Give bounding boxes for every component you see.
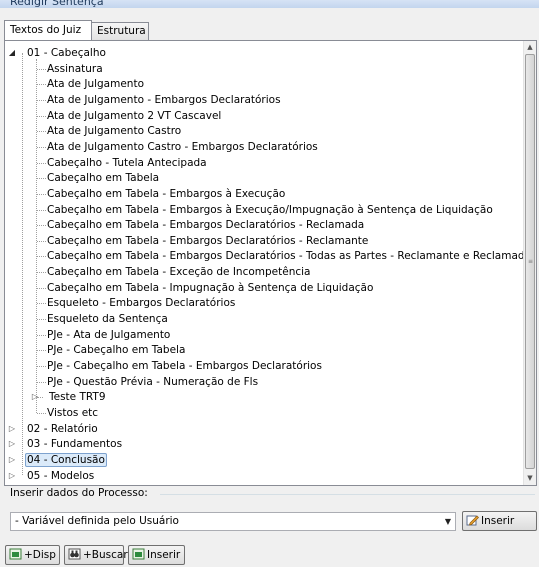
tree-item[interactable]: Ata de Julgamento [45, 76, 146, 92]
collapse-arrow-icon[interactable]: ◢ [7, 45, 17, 61]
add-document-icon [9, 548, 22, 560]
tree-item[interactable]: Cabeçalho em Tabela - Impugnação à Sente… [45, 280, 375, 296]
process-data-label: Inserir dados do Processo: [10, 487, 148, 499]
variable-select-value: - Variável definida pelo Usuário [15, 515, 179, 527]
tree-item-label: Cabeçalho em Tabela - Embargos à Execuçã… [47, 187, 286, 200]
tree-item[interactable]: PJe - Cabeçalho em Tabela [45, 342, 187, 358]
tree-panel: ◢ 01 - Cabeçalho Assinatura Ata de Julgamen… [4, 40, 537, 486]
insert-process-data-button[interactable]: Inserir [462, 511, 537, 531]
tree-item-label: PJe - Ata de Julgamento [47, 328, 171, 341]
tree-item-label: Cabeçalho em Tabela - Embargos à Execuçã… [47, 203, 493, 216]
tree-item-label: PJe - Cabeçalho em Tabela [47, 344, 186, 357]
tree-item-label: Ata de Julgamento Castro - Embargos Decl… [47, 140, 318, 153]
insert-button[interactable]: Inserir [128, 545, 185, 565]
binoculars-icon [68, 548, 81, 560]
tree-item-label: PJe - Questão Prévia - Numeração de Fls [47, 375, 259, 388]
tree-item[interactable]: Ata de Julgamento Castro - Embargos Decl… [45, 139, 320, 155]
tree-item[interactable]: Teste TRT9 [47, 389, 108, 405]
tree-item[interactable]: Cabeçalho em Tabela - Exceção de Incompe… [45, 264, 313, 280]
tree-item[interactable]: PJe - Ata de Julgamento [45, 327, 172, 343]
tree-item[interactable]: Ata de Julgamento Castro [45, 123, 183, 139]
tree-item-label: 04 - Conclusão [25, 452, 107, 467]
tab-textos-do-juiz[interactable]: Textos do Juiz [4, 20, 92, 40]
add-disp-button[interactable]: +Disp [5, 545, 60, 565]
tree-folder-node[interactable]: 05 - Modelos [25, 468, 96, 484]
variable-select[interactable]: - Variável definida pelo Usuário ▼ [10, 512, 456, 531]
tree-folder-node[interactable]: 04 - Conclusão [25, 452, 107, 468]
insert-process-data-label: Inserir [481, 515, 515, 527]
expand-arrow-icon[interactable]: ▷ [7, 421, 17, 437]
tree-item[interactable]: Cabeçalho - Tutela Antecipada [45, 155, 209, 171]
tree-item[interactable]: Esqueleto da Sentença [45, 311, 170, 327]
tree-item[interactable]: Cabeçalho em Tabela [45, 170, 161, 186]
tree-item-label: Ata de Julgamento [47, 78, 145, 91]
grip-icon: ≡ [528, 258, 534, 265]
template-tree[interactable]: ◢ 01 - Cabeçalho Assinatura Ata de Julgamen… [5, 41, 523, 485]
tree-item[interactable]: Cabeçalho em Tabela - Embargos Declarató… [45, 248, 523, 264]
tree-root-line [22, 52, 23, 476]
add-search-label: +Buscar [83, 549, 128, 561]
tree-root-node[interactable]: 01 - Cabeçalho [25, 45, 108, 61]
fieldset-divider [160, 494, 535, 495]
tree-folder-node[interactable]: 03 - Fundamentos [25, 436, 124, 452]
insert-label: Inserir [147, 549, 181, 561]
expand-arrow-icon[interactable]: ▷ [7, 452, 17, 468]
tree-item-label: Teste TRT9 [49, 391, 106, 404]
tree-guide-line [36, 59, 37, 413]
tree-item-label: PJe - Cabeçalho em Tabela - Embargos Dec… [47, 360, 322, 372]
scroll-up-icon[interactable]: ▲ [524, 41, 536, 54]
tree-item[interactable]: Cabeçalho em Tabela - Embargos à Execuçã… [45, 186, 287, 202]
tree-item-label: Assinatura [47, 62, 103, 75]
window-title: Redigir Sentença [10, 0, 104, 8]
tree-item-label: 02 - Relatório [27, 422, 98, 435]
tree-item[interactable]: Cabeçalho em Tabela - Embargos à Execuçã… [45, 202, 495, 218]
window-title-bar: Redigir Sentença [0, 0, 539, 8]
add-search-button[interactable]: +Buscar [64, 545, 128, 565]
tree-item[interactable]: Vistos etc [45, 405, 100, 421]
tree-item-label: Cabeçalho em Tabela [47, 172, 160, 185]
tree-item-label: Esqueleto - Embargos Declaratórios [47, 297, 236, 310]
tree-item[interactable]: Cabeçalho em Tabela - Embargos Declarató… [45, 233, 370, 249]
tree-item-label: Cabeçalho em Tabela - Embargos Declarató… [47, 219, 365, 232]
tree-item[interactable]: Ata de Julgamento 2 VT Cascavel [45, 108, 223, 124]
tree-item-label: 03 - Fundamentos [27, 438, 123, 451]
tree-item-label: Ata de Julgamento - Embargos Declaratóri… [47, 93, 281, 106]
expand-arrow-icon[interactable]: ▷ [30, 389, 40, 405]
tree-item-label: Cabeçalho em Tabela - Embargos Declarató… [47, 250, 523, 263]
insert-document-icon [132, 548, 145, 560]
vertical-scrollbar[interactable]: ▲ ≡ ▼ [523, 41, 536, 485]
tree-item[interactable]: Ata de Julgamento - Embargos Declaratóri… [45, 92, 283, 108]
edit-icon [466, 514, 479, 526]
tab-estrutura[interactable]: Estrutura [91, 22, 149, 40]
tree-item-label: Cabeçalho em Tabela - Embargos Declarató… [47, 234, 369, 247]
expand-arrow-icon[interactable]: ▷ [7, 436, 17, 452]
tree-item-label: Cabeçalho - Tutela Antecipada [47, 156, 207, 169]
scroll-down-icon[interactable]: ▼ [524, 472, 536, 485]
dropdown-arrow-icon[interactable]: ▼ [445, 513, 451, 530]
tree-item-label: Cabeçalho em Tabela - Impugnação à Sente… [47, 281, 374, 294]
tree-item-label: Esqueleto da Sentença [47, 313, 168, 326]
add-disp-label: +Disp [24, 549, 56, 561]
tree-item-label: Cabeçalho em Tabela - Exceção de Incompe… [47, 266, 311, 279]
tree-item-label: Ata de Julgamento 2 VT Cascavel [47, 109, 222, 122]
tree-item[interactable]: PJe - Cabeçalho em Tabela - Embargos Dec… [45, 358, 324, 374]
tree-folder-node[interactable]: 02 - Relatório [25, 421, 100, 437]
expand-arrow-icon[interactable]: ▷ [7, 468, 17, 484]
tree-item-label: 01 - Cabeçalho [27, 47, 106, 59]
tree-item-label: 05 - Modelos [27, 469, 95, 482]
tree-item[interactable]: Esqueleto - Embargos Declaratórios [45, 295, 237, 311]
tree-item[interactable]: Assinatura [45, 61, 105, 77]
scrollbar-thumb[interactable]: ≡ [525, 54, 535, 469]
tree-item[interactable]: Cabeçalho em Tabela - Embargos Declarató… [45, 217, 366, 233]
tree-item[interactable]: PJe - Questão Prévia - Numeração de Fls [45, 374, 260, 390]
tree-item-label: Vistos etc [47, 406, 99, 419]
tree-item-label: Ata de Julgamento Castro [47, 125, 182, 138]
